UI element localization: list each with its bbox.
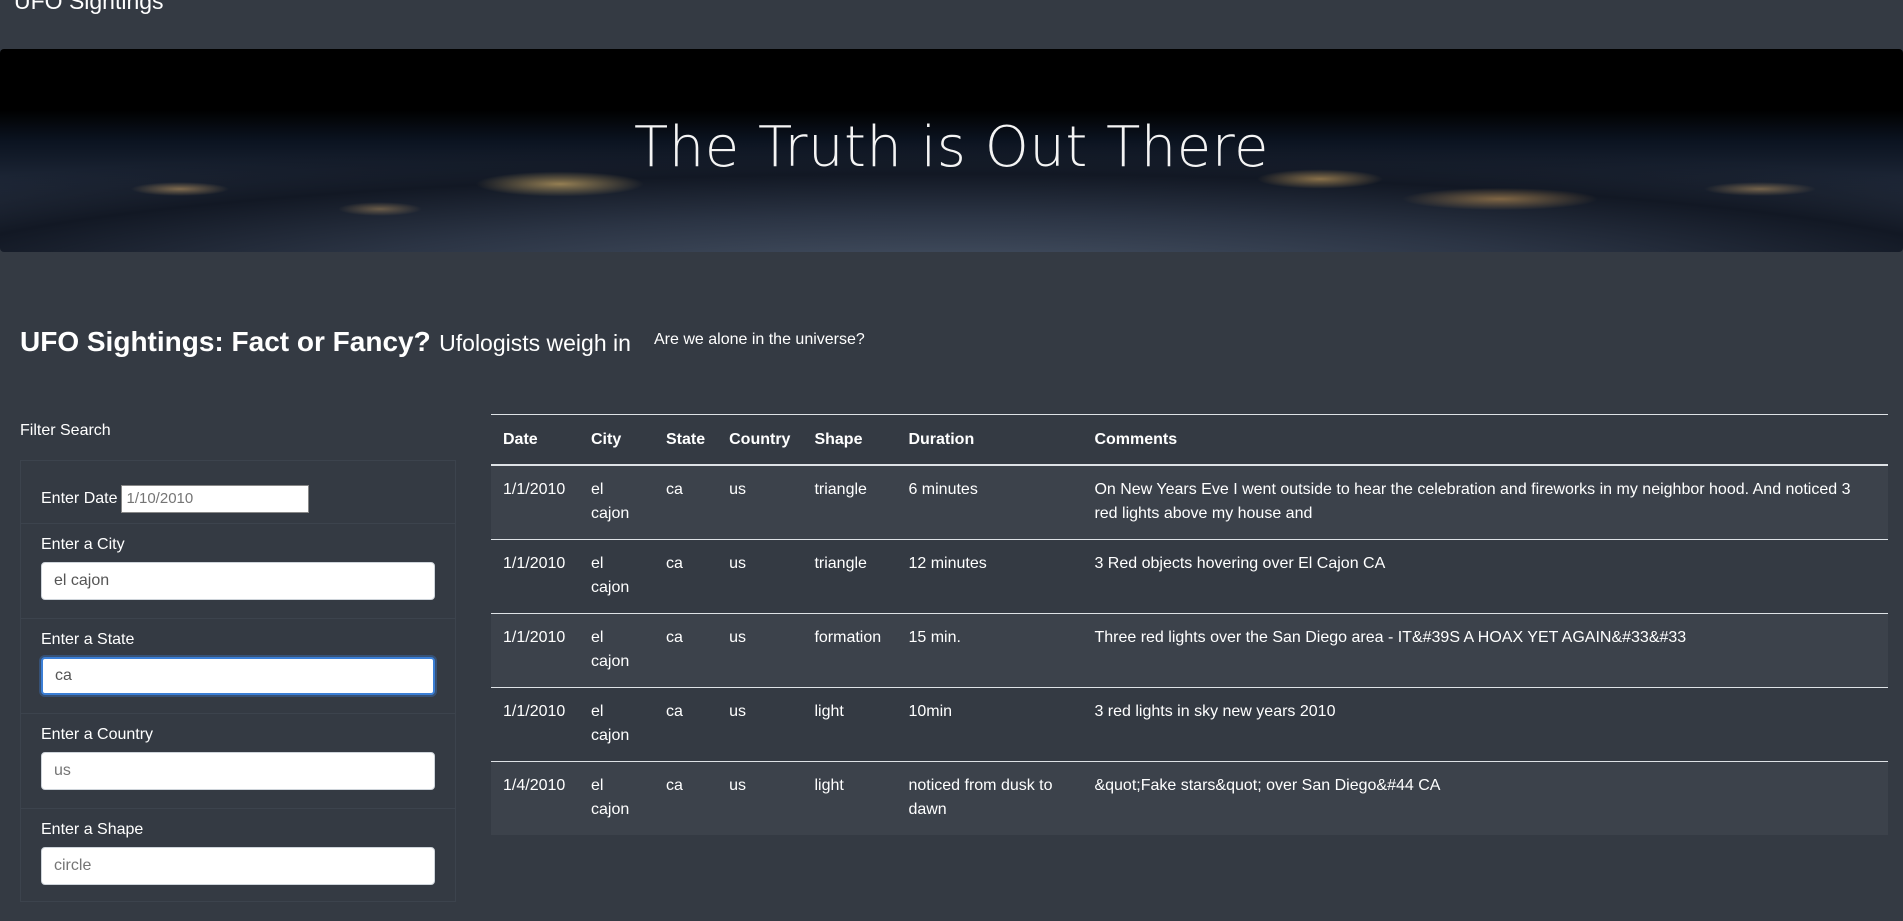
table-row: 1/1/2010 el cajon ca us triangle 12 minu… <box>491 539 1888 614</box>
cell-date: 1/1/2010 <box>491 687 579 762</box>
page-heading: UFO Sightings: Fact or Fancy? Ufologists… <box>20 326 631 358</box>
page-subtitle: Ufologists weigh in <box>439 330 631 356</box>
table-row: 1/4/2010 el cajon ca us light noticed fr… <box>491 761 1888 835</box>
state-input[interactable] <box>41 657 435 695</box>
filter-item-state: Enter a State <box>21 619 455 714</box>
cell-shape: light <box>814 777 844 794</box>
cell-comments: &quot;Fake stars&quot; over San Diego&#4… <box>1094 777 1441 794</box>
cell-state: ca <box>654 687 718 762</box>
cell-date: 1/4/2010 <box>503 777 566 794</box>
table-header-row: Date City State Country Shape Duration C… <box>491 414 1888 466</box>
filter-item-city: Enter a City <box>21 524 455 619</box>
cell-city: el cajon <box>579 539 654 614</box>
filter-item-date: Enter Date <box>21 461 455 524</box>
cell-country: us <box>717 613 803 688</box>
cell-state: ca <box>654 613 718 688</box>
cell-comments: On New Years Eve I went outside to hear … <box>1082 465 1888 540</box>
cell-state: ca <box>654 539 718 614</box>
filter-title: Filter Search <box>20 422 111 439</box>
cell-date: 1/1/2010 <box>491 465 579 540</box>
table-row: 1/1/2010 el cajon ca us light 10min 3 re… <box>491 687 1888 762</box>
cell-duration: 10min <box>896 687 1083 762</box>
tagline: Are we alone in the universe? <box>654 331 865 348</box>
cell-state: ca <box>666 777 683 794</box>
cell-duration: 6 minutes <box>896 465 1083 540</box>
country-label: Enter a Country <box>41 726 154 743</box>
cell-duration: 12 minutes <box>896 539 1083 614</box>
date-input[interactable] <box>121 484 310 513</box>
table-body: 1/1/2010 el cajon ca us triangle 6 minut… <box>491 465 1888 835</box>
cell-date: 1/1/2010 <box>491 613 579 688</box>
cell-comments: Three red lights over the San Diego area… <box>1082 613 1888 688</box>
cell-duration: 15 min. <box>896 613 1083 688</box>
city-label: Enter a City <box>41 536 125 553</box>
column-header-city: City <box>579 414 654 466</box>
page-title: UFO Sightings: Fact or Fancy? <box>20 326 431 357</box>
column-header-duration: Duration <box>896 414 1083 466</box>
cell-shape: triangle <box>802 465 897 540</box>
cell-date: 1/1/2010 <box>491 539 579 614</box>
hero-banner: The Truth is Out There <box>0 49 1903 252</box>
table-header: Date City State Country Shape Duration C… <box>491 414 1888 466</box>
city-input[interactable] <box>41 562 435 600</box>
cell-shape: light <box>802 687 897 762</box>
country-input[interactable] <box>41 752 435 790</box>
cell-shape: formation <box>802 613 897 688</box>
date-label: Enter Date <box>41 489 118 507</box>
table-row: 1/1/2010 el cajon ca us formation 15 min… <box>491 613 1888 688</box>
cell-comments: 3 Red objects hovering over El Cajon CA <box>1082 539 1888 614</box>
cell-city: el cajon <box>579 687 654 762</box>
column-header-state: State <box>654 414 718 466</box>
hero-title: The Truth is Out There <box>634 115 1269 180</box>
cell-shape: triangle <box>802 539 897 614</box>
table-row: 1/1/2010 el cajon ca us triangle 6 minut… <box>491 465 1888 540</box>
cell-country: us <box>717 465 803 540</box>
shape-label: Enter a Shape <box>41 821 144 838</box>
cell-country: us <box>729 777 747 794</box>
column-header-country: Country <box>717 414 803 466</box>
cell-state: ca <box>654 465 718 540</box>
cell-country: us <box>717 687 803 762</box>
cell-city: el cajon <box>579 613 654 688</box>
cell-country: us <box>717 539 803 614</box>
state-label: Enter a State <box>41 631 135 648</box>
navbar-brand[interactable]: UFO Sightings <box>14 0 164 15</box>
column-header-date: Date <box>491 414 579 466</box>
filter-item-shape: Enter a Shape <box>21 809 455 904</box>
filter-item-country: Enter a Country <box>21 714 455 809</box>
cell-city: el cajon <box>579 465 654 540</box>
cell-comments: 3 red lights in sky new years 2010 <box>1082 687 1888 762</box>
shape-input[interactable] <box>41 847 435 885</box>
column-header-comments: Comments <box>1082 414 1888 466</box>
cell-duration: noticed from dusk to dawn <box>908 777 1053 818</box>
column-header-shape: Shape <box>802 414 897 466</box>
filter-list: Enter Date Enter a City Enter a State En… <box>20 460 456 902</box>
cell-city: el cajon <box>591 777 630 818</box>
ufo-table: Date City State Country Shape Duration C… <box>491 414 1888 835</box>
